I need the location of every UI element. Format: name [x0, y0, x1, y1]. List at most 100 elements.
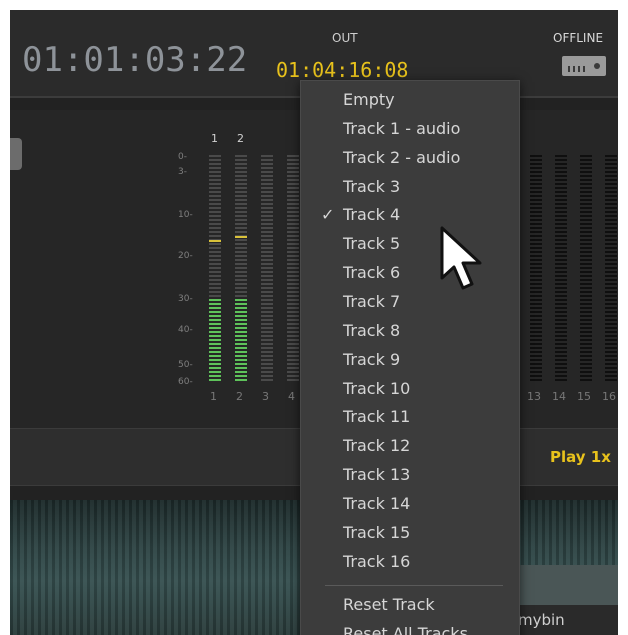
meter-segment: [605, 231, 617, 233]
panel-handle[interactable]: [10, 138, 22, 170]
meter-segment: [287, 287, 299, 289]
menu-item[interactable]: Track 15: [343, 523, 410, 542]
menu-item[interactable]: Track 16: [343, 552, 410, 571]
meter-segment: [235, 155, 247, 157]
meter-segment: [555, 299, 567, 301]
meter-segment: [261, 179, 273, 181]
meter-segment: [287, 175, 299, 177]
menu-item[interactable]: Empty: [343, 90, 395, 109]
meter-segment: [605, 187, 617, 189]
menu-item-reset-track[interactable]: Reset Track: [343, 595, 435, 614]
meter-segment: [530, 255, 542, 257]
menu-item[interactable]: Track 1 - audio: [343, 119, 460, 138]
meter-scale-label: 3-: [178, 167, 187, 177]
meter-segment: [261, 223, 273, 225]
meter-segment: [580, 211, 592, 213]
bin-name[interactable]: mybin: [518, 611, 565, 629]
meter-segment: [605, 219, 617, 221]
menu-item[interactable]: Track 11: [343, 407, 410, 426]
meter-segment: [555, 351, 567, 353]
meter-segment: [261, 327, 273, 329]
play-speed-label[interactable]: Play 1x: [550, 448, 611, 466]
meter-segment: [287, 279, 299, 281]
meter-segment: [287, 291, 299, 293]
meter-segment: [530, 379, 542, 381]
meter-segment: [209, 231, 221, 233]
status-label: OFFLINE: [553, 31, 604, 45]
meter-segment: [261, 203, 273, 205]
meter-segment: [261, 183, 273, 185]
meter-segment: [209, 155, 221, 157]
meter-segment: [261, 195, 273, 197]
meter-segment: [235, 275, 247, 277]
menu-item[interactable]: Track 14: [343, 494, 410, 513]
meter-track-number: 1: [211, 132, 218, 145]
meter-segment: [605, 251, 617, 253]
meter-segment: [287, 299, 299, 301]
menu-item[interactable]: Track 9: [343, 350, 400, 369]
meter-segment: [287, 359, 299, 361]
meter-segment: [209, 323, 221, 325]
menu-item[interactable]: Track 2 - audio: [343, 148, 460, 167]
meter-segment: [261, 251, 273, 253]
meter-segment: [287, 283, 299, 285]
tape-deck-icon[interactable]: [562, 56, 606, 76]
meter-segment: [261, 331, 273, 333]
meter-segment: [605, 347, 617, 349]
meter-segment: [530, 355, 542, 357]
menu-item[interactable]: Track 6: [343, 263, 400, 282]
meter-segment: [287, 223, 299, 225]
meter-segment: [530, 331, 542, 333]
out-timecode[interactable]: 01:04:16:08: [276, 58, 408, 82]
meter-segment: [555, 315, 567, 317]
meter-segment: [287, 307, 299, 309]
menu-item[interactable]: Track 13: [343, 465, 410, 484]
menu-item[interactable]: Track 8: [343, 321, 400, 340]
menu-item-reset-all-tracks[interactable]: Reset All Tracks: [343, 624, 468, 635]
meter-segment: [287, 315, 299, 317]
meter-segment: [555, 251, 567, 253]
meter-segment: [530, 327, 542, 329]
menu-item[interactable]: Track 10: [343, 379, 410, 398]
meter-segment: [209, 275, 221, 277]
meter-segment: [605, 283, 617, 285]
menu-item[interactable]: Track 12: [343, 436, 410, 455]
meter-segment: [555, 203, 567, 205]
meter-segment: [605, 159, 617, 161]
menu-item[interactable]: Track 7: [343, 292, 400, 311]
meter-segment: [209, 339, 221, 341]
meter-segment: [209, 363, 221, 365]
meter-segment: [235, 347, 247, 349]
meter-segment: [209, 367, 221, 369]
meter-segment: [287, 267, 299, 269]
meter-segment: [530, 263, 542, 265]
menu-item[interactable]: Track 3: [343, 177, 400, 196]
meter-segment: [235, 163, 247, 165]
meter-segment: [530, 363, 542, 365]
meter-segment: [580, 339, 592, 341]
meter-segment: [209, 263, 221, 265]
meter-segment: [261, 167, 273, 169]
meter-segment: [530, 179, 542, 181]
meter-segment: [555, 359, 567, 361]
meter-segment: [530, 311, 542, 313]
meter-segment: [605, 255, 617, 257]
meter-segment: [209, 335, 221, 337]
meter-segment: [605, 191, 617, 193]
meter-segment: [209, 227, 221, 229]
meter-segment: [555, 291, 567, 293]
meter-segment: [580, 227, 592, 229]
meter-segment: [235, 331, 247, 333]
meter-segment: [530, 303, 542, 305]
meter-segment: [261, 379, 273, 381]
meter-segment: [209, 307, 221, 309]
meter-segment: [555, 219, 567, 221]
meter-segment: [287, 243, 299, 245]
meter-segment: [261, 219, 273, 221]
menu-item[interactable]: Track 4: [343, 205, 400, 224]
menu-item[interactable]: Track 5: [343, 234, 400, 253]
meter-segment: [287, 239, 299, 241]
meter-segment: [580, 167, 592, 169]
meter-segment: [580, 243, 592, 245]
meter-segment: [530, 315, 542, 317]
